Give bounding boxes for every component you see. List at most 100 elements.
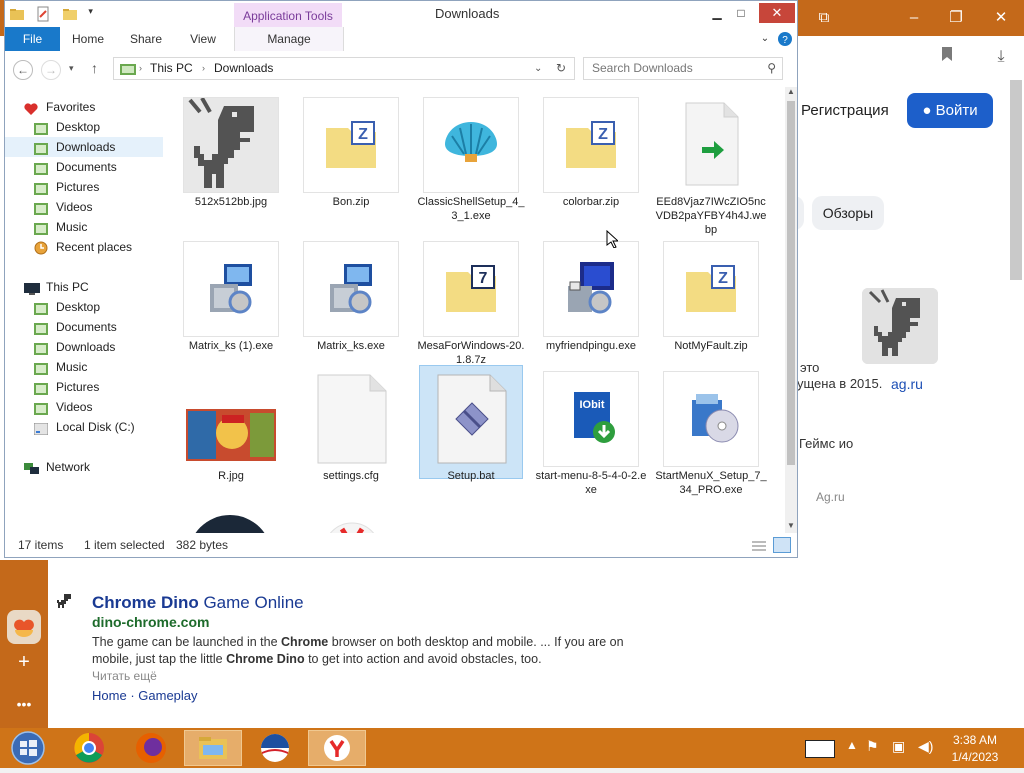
add-icon[interactable]: + (12, 650, 36, 674)
file-item[interactable]: IObit start-menu-8-5-4-0-2.exe (535, 361, 647, 496)
selection-count: 1 item selected (84, 538, 165, 552)
tab-file[interactable]: File (5, 27, 60, 51)
snippet-text: to get into action and avoid obstacles, … (304, 652, 542, 666)
chip-reviews[interactable]: Обзоры (812, 196, 884, 230)
nav-pc-downloads[interactable]: Downloads (5, 337, 163, 357)
breadcrumb-downloads[interactable]: Downloads (214, 58, 273, 79)
restore-icon[interactable]: ❐ (945, 8, 967, 28)
explorer-taskbar-icon[interactable] (184, 730, 242, 766)
nav-fav-music[interactable]: Music (5, 217, 163, 237)
forward-button[interactable]: → (41, 60, 61, 80)
file-item[interactable]: ClassicShellSetup_4_3_1.exe (415, 87, 527, 237)
yandex-taskbar-icon[interactable] (308, 730, 366, 766)
keyboard-icon[interactable] (805, 740, 835, 758)
scrollbar-thumb[interactable] (787, 101, 795, 465)
nav-pc-videos[interactable]: Videos (5, 397, 163, 417)
file-item[interactable]: Z NotMyFault.zip (655, 231, 767, 361)
clock-time[interactable]: 3:38 AM (940, 733, 1010, 747)
minimize-icon[interactable]: – (903, 8, 925, 28)
chrome-taskbar-icon[interactable] (62, 730, 116, 766)
help-icon[interactable]: ? (777, 27, 793, 51)
flag-icon[interactable]: ⚑ (866, 738, 879, 755)
download-icon[interactable]: ⤓ (990, 46, 1012, 68)
nav-fav-videos[interactable]: Videos (5, 197, 163, 217)
nav-pc-music[interactable]: Music (5, 357, 163, 377)
up-button[interactable]: ↑ (91, 60, 98, 76)
obama-app-taskbar-icon[interactable] (248, 730, 302, 766)
nav-fav-documents[interactable]: Documents (5, 157, 163, 177)
file-item[interactable]: StartMenuX_Setup_7_34_PRO.exe (655, 361, 767, 496)
tabs-icon[interactable]: ⧉ (813, 8, 835, 28)
close-icon[interactable]: ✕ (990, 8, 1012, 28)
file-item[interactable] (175, 491, 287, 533)
details-view-icon[interactable] (751, 538, 767, 562)
back-button[interactable]: ← (13, 60, 33, 80)
file-item[interactable] (295, 491, 407, 533)
nav-pc-documents[interactable]: Documents (5, 317, 163, 337)
nav-fav-desktop[interactable]: Desktop (5, 117, 163, 137)
address-dropdown-icon[interactable]: ⌄ (534, 58, 542, 79)
nav-fav-pictures[interactable]: Pictures (5, 177, 163, 197)
tab-manage[interactable]: Manage (234, 27, 344, 51)
large-icons-view-icon[interactable] (773, 537, 791, 553)
nav-network[interactable]: Network (5, 457, 163, 477)
login-button[interactable]: ● Войти (907, 93, 993, 128)
result-title-link[interactable]: Chrome Dino Game Online (92, 593, 304, 613)
volume-icon[interactable]: ◀) (918, 738, 933, 755)
new-folder-icon[interactable] (62, 6, 78, 22)
sitelink-home[interactable]: Home (92, 688, 127, 703)
vertical-scrollbar[interactable]: ▲ ▼ (785, 87, 797, 533)
start-button[interactable] (6, 728, 50, 768)
dock-favorite-icon[interactable] (7, 610, 41, 644)
minimize-button[interactable]: ▁ (705, 3, 729, 23)
more-icon[interactable]: ••• (12, 692, 36, 716)
tab-view[interactable]: View (181, 27, 225, 51)
nav-this-pc[interactable]: This PC (5, 277, 163, 297)
read-more-link[interactable]: Читать ещё (92, 669, 157, 683)
file-item[interactable]: myfriendpingu.exe (535, 231, 647, 361)
file-item[interactable]: settings.cfg (295, 361, 407, 491)
result-url[interactable]: dino-chrome.com (92, 614, 209, 630)
file-item[interactable]: R.jpg (175, 361, 287, 491)
nav-fav-downloads[interactable]: Downloads (5, 137, 163, 157)
firefox-taskbar-icon[interactable] (124, 730, 178, 766)
bookmark-icon[interactable] (936, 46, 958, 68)
nav-pc-disk[interactable]: Local Disk (C:) (5, 417, 163, 437)
file-item[interactable]: 7 MesaForWindows-20.1.8.7z (415, 231, 527, 366)
breadcrumb-this-pc[interactable]: This PC (150, 58, 193, 79)
recent-locations-icon[interactable]: ▾ (69, 63, 74, 74)
file-item-selected[interactable]: Setup.bat (415, 361, 527, 491)
address-box[interactable]: › This PC › Downloads ⌄ ↻ (113, 57, 575, 80)
file-item[interactable]: Matrix_ks (1).exe (175, 231, 287, 361)
right-card-link[interactable]: ag.ru (891, 376, 923, 392)
scroll-up-icon[interactable]: ▲ (787, 87, 795, 96)
tab-home[interactable]: Home (65, 27, 111, 51)
search-input[interactable]: Search Downloads ⚲ (583, 57, 783, 80)
nav-pc-desktop[interactable]: Desktop (5, 297, 163, 317)
customize-qat-icon[interactable]: ▾ (88, 6, 98, 22)
nav-fav-recent[interactable]: Recent places (5, 237, 163, 257)
file-item[interactable]: Matrix_ks.exe (295, 231, 407, 361)
file-item[interactable]: Z Bon.zip (295, 87, 407, 237)
clock-date[interactable]: 1/4/2023 (940, 750, 1010, 764)
maximize-button[interactable]: □ (729, 3, 753, 23)
show-hidden-icons[interactable]: ▲ (846, 738, 858, 752)
close-button[interactable]: ✕ (759, 3, 795, 23)
sitelink-gameplay[interactable]: Gameplay (138, 688, 197, 703)
dino-thumbnail[interactable] (862, 288, 938, 364)
file-item[interactable]: 512x512bb.jpg (175, 87, 287, 237)
file-item[interactable]: Z colorbar.zip (535, 87, 647, 237)
register-button[interactable]: Регистрация (801, 99, 889, 123)
nav-favorites[interactable]: Favorites (5, 97, 163, 117)
ribbon-expand-icon[interactable]: ⌄ (757, 27, 773, 51)
refresh-icon[interactable]: ↻ (556, 58, 566, 79)
network-tray-icon[interactable]: ▣ (892, 738, 905, 755)
dino-favicon-icon (57, 593, 73, 609)
explorer-titlebar[interactable]: ▾ Application Tools Downloads ▁ □ ✕ (5, 1, 797, 27)
scroll-down-icon[interactable]: ▼ (787, 521, 795, 530)
file-item[interactable]: EEd8Vjaz7IWcZIO5ncVDB2paYFBY4h4J.webp (655, 87, 767, 237)
properties-icon[interactable] (35, 6, 51, 22)
nav-pc-pictures[interactable]: Pictures (5, 377, 163, 397)
browser-scrollbar[interactable] (1010, 80, 1022, 280)
tab-share[interactable]: Share (123, 27, 169, 51)
